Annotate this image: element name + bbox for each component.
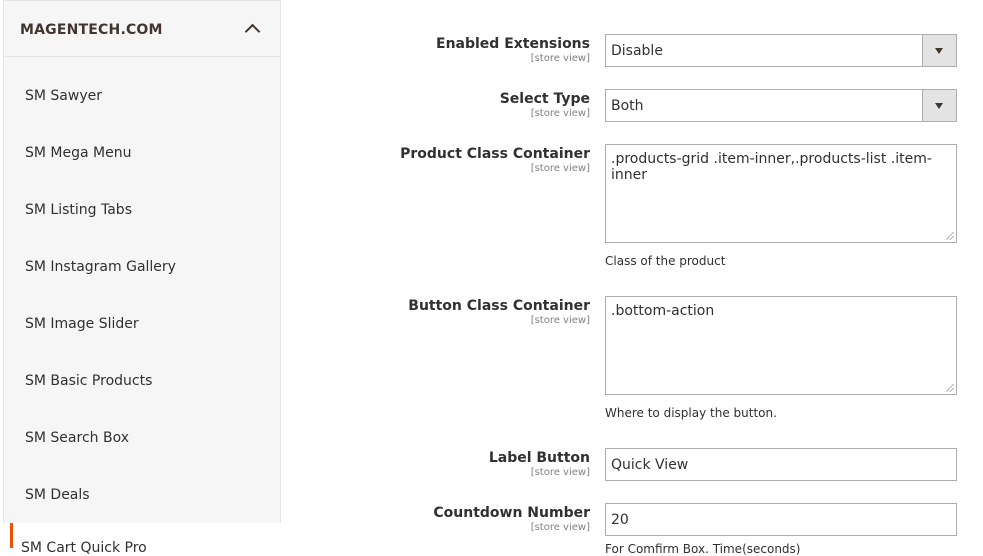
sidebar-item-sm-deals[interactable]: SM Deals xyxy=(25,487,90,503)
enabled-extensions-value: Disable xyxy=(611,43,663,59)
product-class-note: Class of the product xyxy=(605,254,726,268)
countdown-number-value: 20 xyxy=(611,512,629,528)
button-class-note: Where to display the button. xyxy=(605,406,777,420)
sidebar-item-sm-instagram-gallery[interactable]: SM Instagram Gallery xyxy=(25,259,176,275)
countdown-number-note: For Comfirm Box. Time(seconds) xyxy=(605,542,801,556)
countdown-number-input[interactable]: 20 xyxy=(605,503,957,536)
select-type-value: Both xyxy=(611,98,644,114)
caret-down-icon xyxy=(935,48,943,54)
sidebar-item-sm-mega-menu[interactable]: SM Mega Menu xyxy=(25,145,131,161)
dropdown-button[interactable] xyxy=(922,90,956,121)
active-item-indicator xyxy=(10,523,13,548)
sidebar-item-sm-cart-quick-pro[interactable]: SM Cart Quick Pro xyxy=(21,540,147,556)
sidebar-section-header[interactable]: MAGENTECH.COM xyxy=(4,0,280,57)
label-button-input[interactable]: Quick View xyxy=(605,448,957,481)
sidebar-item-sm-image-slider[interactable]: SM Image Slider xyxy=(25,316,139,332)
sidebar-item-sm-sawyer[interactable]: SM Sawyer xyxy=(25,88,102,104)
button-class-scope: [store view] xyxy=(530,315,590,326)
button-class-label: Button Class Container xyxy=(408,298,590,314)
resize-handle-icon[interactable] xyxy=(946,384,954,392)
resize-handle-icon[interactable] xyxy=(946,232,954,240)
dropdown-button[interactable] xyxy=(922,35,956,66)
product-class-scope: [store view] xyxy=(530,163,590,174)
caret-down-icon xyxy=(935,103,943,109)
sidebar: MAGENTECH.COM SM Sawyer SM Mega Menu SM … xyxy=(3,0,281,523)
enabled-extensions-select[interactable]: Disable xyxy=(605,34,957,67)
enabled-extensions-scope: [store view] xyxy=(530,53,590,64)
select-type-scope: [store view] xyxy=(530,108,590,119)
product-class-value: .products-grid .item-inner,.products-lis… xyxy=(611,151,932,183)
label-button-label: Label Button xyxy=(488,450,590,466)
sidebar-item-sm-basic-products[interactable]: SM Basic Products xyxy=(25,373,152,389)
button-class-textarea[interactable]: .bottom-action xyxy=(605,296,957,395)
product-class-label: Product Class Container xyxy=(400,146,590,162)
select-type-label: Select Type xyxy=(499,91,590,107)
sidebar-section-title: MAGENTECH.COM xyxy=(20,22,163,38)
product-class-textarea[interactable]: .products-grid .item-inner,.products-lis… xyxy=(605,144,957,243)
chevron-up-icon[interactable] xyxy=(244,23,261,40)
countdown-number-scope: [store view] xyxy=(530,522,590,533)
sidebar-item-sm-search-box[interactable]: SM Search Box xyxy=(25,430,129,446)
label-button-scope: [store view] xyxy=(530,467,590,478)
countdown-number-label: Countdown Number xyxy=(433,505,590,521)
label-button-value: Quick View xyxy=(611,457,689,473)
sidebar-item-sm-listing-tabs[interactable]: SM Listing Tabs xyxy=(25,202,132,218)
enabled-extensions-label: Enabled Extensions xyxy=(436,36,590,52)
select-type-select[interactable]: Both xyxy=(605,89,957,122)
button-class-value: .bottom-action xyxy=(611,303,715,319)
